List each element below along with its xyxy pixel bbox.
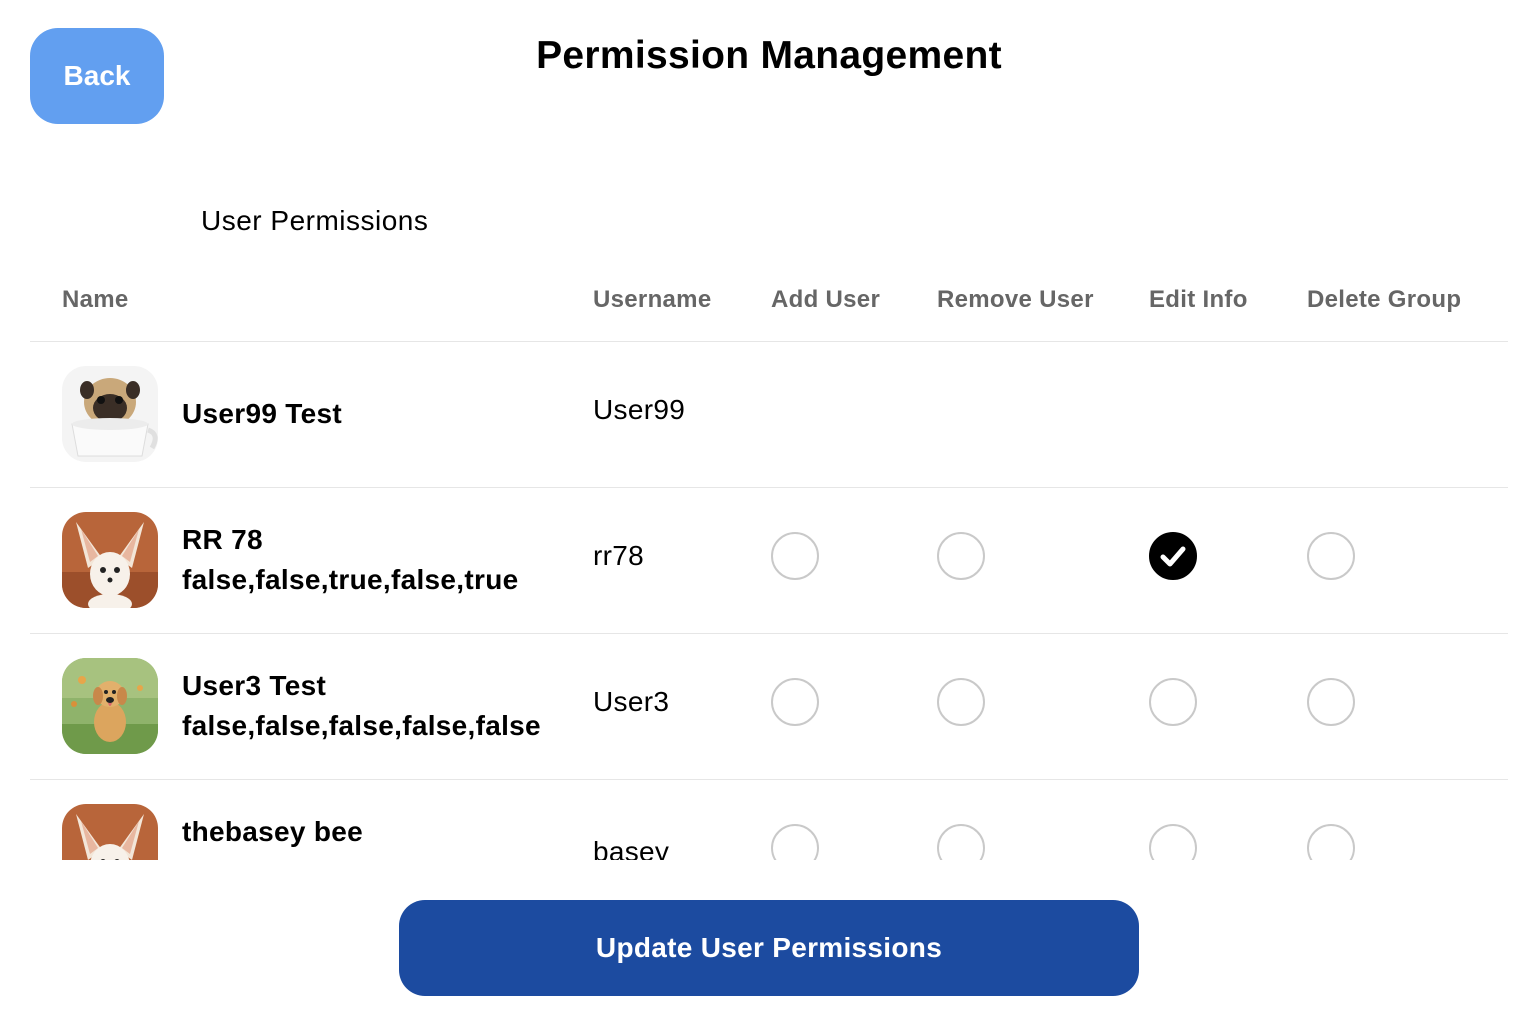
permission-toggle-remove-user[interactable]: [937, 532, 985, 580]
column-header-add-user: Add User: [771, 286, 881, 313]
table-header: Name Username Add User Remove User Edit …: [30, 270, 1508, 342]
user-name-block: RR 78 false,false,true,false,true: [182, 520, 518, 600]
avatar: [62, 658, 158, 754]
username: User99: [593, 394, 686, 425]
column-header-edit-info: Edit Info: [1149, 286, 1248, 313]
permission-toggle-edit-info[interactable]: [1149, 824, 1197, 860]
column-header-name: Name: [62, 286, 129, 313]
user-display-name: thebasey bee: [182, 816, 364, 847]
user-name-block: thebasey bee: [182, 812, 363, 852]
permission-toggle-delete-group[interactable]: [1307, 824, 1355, 860]
avatar: [62, 366, 158, 462]
user-display-name: User3 Test: [182, 670, 327, 701]
permission-toggle-add-user[interactable]: [771, 824, 819, 860]
user-permission-summary: false,false,true,false,true: [182, 564, 519, 595]
permission-toggle-edit-info[interactable]: [1149, 678, 1197, 726]
username: basey: [593, 836, 670, 860]
page-title: Permission Management: [536, 34, 1002, 77]
username: rr78: [593, 540, 644, 571]
update-permissions-button[interactable]: Update User Permissions: [399, 900, 1139, 996]
permission-toggle-delete-group[interactable]: [1307, 678, 1355, 726]
table-row: thebasey bee basey: [30, 780, 1508, 860]
column-header-username: Username: [593, 286, 712, 313]
column-header-delete-group: Delete Group: [1307, 286, 1462, 313]
check-icon: [1160, 546, 1186, 567]
permission-toggle-add-user[interactable]: [771, 678, 819, 726]
avatar: [62, 804, 158, 860]
user-permission-summary: false,false,false,false,false: [182, 710, 541, 741]
permissions-table: Name Username Add User Remove User Edit …: [30, 270, 1508, 860]
column-header-remove-user: Remove User: [937, 286, 1094, 313]
permission-toggle-delete-group[interactable]: [1307, 532, 1355, 580]
user-name-block: User99 Test: [182, 394, 342, 434]
permission-toggle-remove-user[interactable]: [937, 678, 985, 726]
table-row: RR 78 false,false,true,false,true rr78: [30, 488, 1508, 634]
username: User3: [593, 686, 670, 717]
table-row: User3 Test false,false,false,false,false U…: [30, 634, 1508, 780]
permission-toggle-edit-info[interactable]: [1149, 532, 1197, 580]
permission-toggle-remove-user[interactable]: [937, 824, 985, 860]
section-title: User Permissions: [201, 205, 429, 236]
user-name-block: User3 Test false,false,false,false,false: [182, 666, 541, 746]
permission-toggle-add-user[interactable]: [771, 532, 819, 580]
avatar: [62, 512, 158, 608]
table-row: User99 Test User99: [30, 342, 1508, 488]
user-display-name: User99 Test: [182, 398, 342, 429]
user-display-name: RR 78: [182, 524, 263, 555]
